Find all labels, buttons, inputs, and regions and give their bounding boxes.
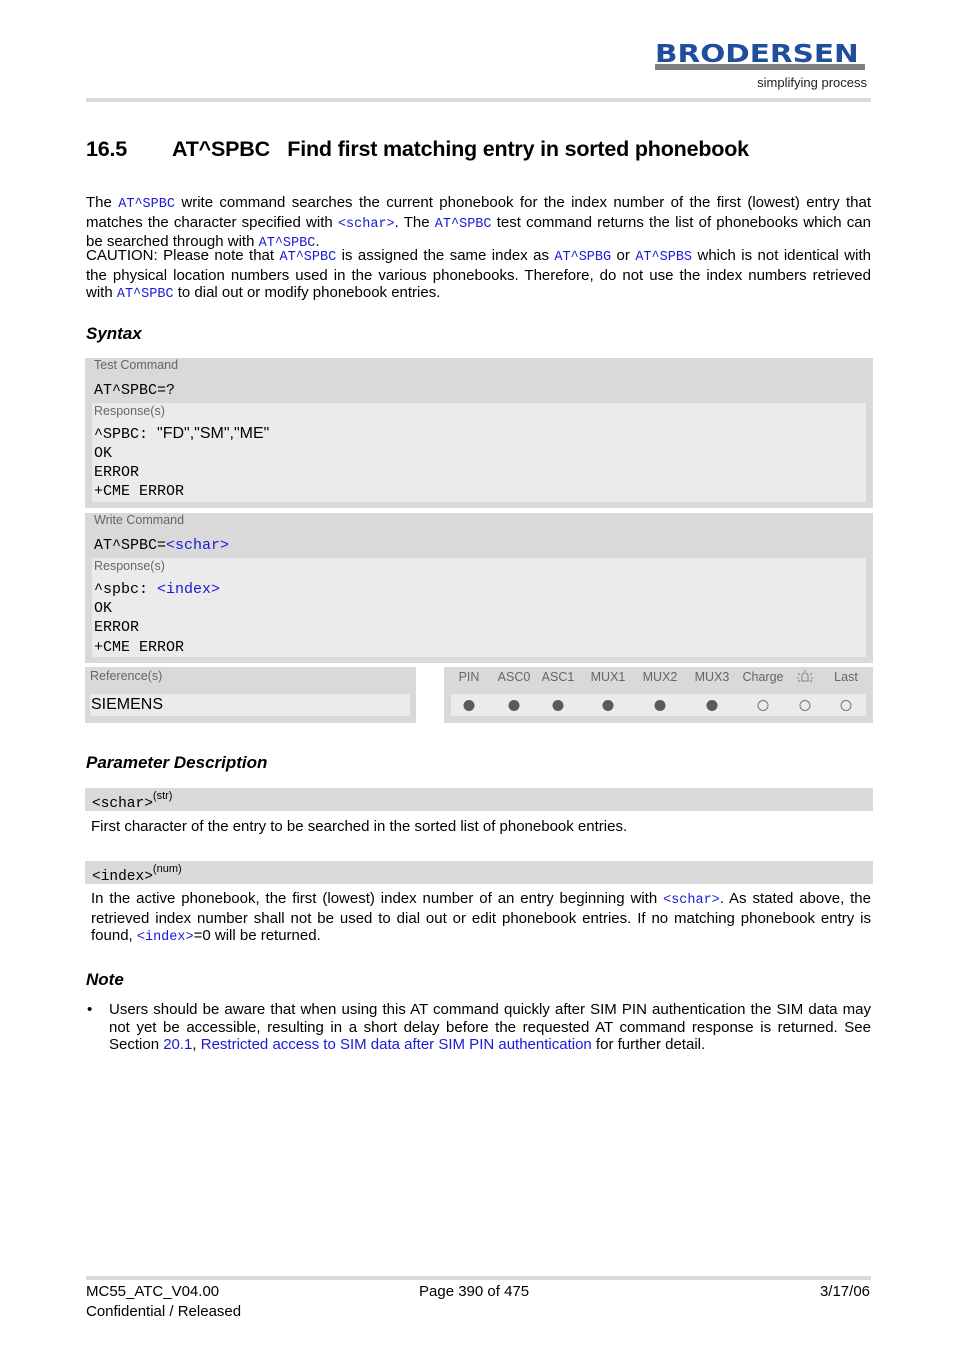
test-command: AT^SPBC=? — [94, 382, 176, 399]
response-ok: OK — [94, 445, 113, 462]
param-type: (str) — [152, 790, 173, 802]
flag-pin-indicator — [463, 700, 475, 711]
test-command-block: Test Command AT^SPBC=? Response(s) ^SPBC… — [85, 358, 873, 508]
logo-tagline: simplifying process — [757, 75, 867, 90]
link-index[interactable]: <index> — [137, 930, 194, 945]
flag-mux1-indicator — [602, 700, 614, 711]
link-schar[interactable]: <schar> — [663, 893, 720, 908]
flag-asc0-indicator — [508, 700, 520, 711]
link-schar[interactable]: <schar> — [166, 537, 229, 554]
flag-label-mux2: MUX2 — [642, 670, 678, 684]
response-cme-error: +CME ERROR — [94, 483, 185, 500]
section-title: 16.5 AT^SPBC Find first matching entry in… — [86, 137, 749, 162]
flag-label-asc0: ASC0 — [497, 670, 531, 684]
write-command: AT^SPBC=<schar> — [94, 537, 229, 554]
write-command-label: Write Command — [94, 513, 185, 527]
flag-label-mux1: MUX1 — [590, 670, 626, 684]
footer-doc-id: MC55_ATC_V04.00 — [86, 1283, 220, 1300]
logo-bar — [655, 64, 865, 70]
param-index-description: In the active phonebook, the first (lowe… — [91, 890, 871, 947]
response-cme-error: +CME ERROR — [94, 639, 185, 656]
write-response-line: ^spbc: <index> — [94, 580, 220, 600]
text: In the active phonebook, the first (lowe… — [91, 890, 664, 907]
test-response-box: Response(s) ^SPBC: "FD","SM","ME" OK ERR… — [92, 403, 866, 502]
caution-paragraph: CAUTION: Please note that AT^SPBC is ass… — [86, 247, 871, 304]
flag-asc1-indicator — [552, 700, 564, 711]
text: is assigned the same index as — [336, 247, 555, 264]
reference-label: Reference(s) — [90, 669, 163, 683]
section-number: 16.5 — [86, 137, 128, 161]
flag-charge-indicator — [757, 700, 769, 711]
link-at-spbc[interactable]: AT^SPBC — [280, 250, 337, 265]
flag-alarm-indicator — [799, 700, 811, 711]
link-section-20-1[interactable]: 20.1 — [163, 1036, 192, 1053]
flag-mux3-indicator — [706, 700, 718, 711]
resp-prefix: ^spbc: — [94, 581, 158, 598]
text: The — [86, 194, 119, 211]
write-response-box: Response(s) ^spbc: <index> OK ERROR +CME… — [92, 558, 866, 657]
flag-label-asc1: ASC1 — [541, 670, 575, 684]
flag-last-indicator — [840, 700, 852, 711]
bullet-icon: • — [87, 1001, 93, 1018]
link-at-spbc[interactable]: AT^SPBC — [118, 197, 175, 212]
text: =0 will be returned. — [193, 927, 321, 944]
reference-value: SIEMENS — [90, 694, 410, 716]
test-response-line: ^SPBC: "FD","SM","ME" — [94, 424, 269, 445]
flags-box: PIN ASC0 ASC1 MUX1 MUX2 MUX3 Charge Last — [444, 667, 873, 723]
link-at-spbg[interactable]: AT^SPBG — [554, 250, 611, 265]
text: . The — [394, 213, 435, 231]
response-error: ERROR — [94, 464, 140, 481]
response-label: Response(s) — [94, 404, 165, 418]
flag-mux2-indicator — [654, 700, 666, 711]
text: or — [611, 247, 636, 264]
footer-date: 3/17/06 — [819, 1283, 870, 1300]
flags-row — [451, 694, 866, 716]
intro-paragraph: The AT^SPBC write command searches the c… — [86, 194, 871, 253]
note-text: Users should be aware that when using th… — [109, 1001, 871, 1054]
brodersen-logo: BRODERSEN simplifying process — [655, 40, 867, 94]
response-label: Response(s) — [94, 559, 165, 573]
link-restricted-access[interactable]: Restricted access to SIM data after SIM … — [201, 1036, 592, 1053]
text: for further detail. — [591, 1036, 706, 1053]
param-name: <index> — [92, 868, 153, 885]
section-title-text: AT^SPBC Find first matching entry in sor… — [172, 137, 749, 161]
test-command-label: Test Command — [94, 358, 179, 372]
link-at-spbc[interactable]: AT^SPBC — [117, 287, 174, 302]
response-ok: OK — [94, 600, 113, 617]
resp-value: "FD","SM","ME" — [157, 425, 270, 442]
link-at-spbs[interactable]: AT^SPBS — [635, 250, 692, 265]
command-prefix: AT^SPBC= — [94, 537, 167, 554]
param-schar-name: <schar>(str) — [92, 790, 173, 812]
text: CAUTION: Please note that — [86, 247, 280, 264]
link-index[interactable]: <index> — [157, 581, 220, 598]
link-schar[interactable]: <schar> — [338, 217, 395, 232]
footer-page: Page 390 of 475 — [419, 1283, 530, 1300]
parameter-description-heading: Parameter Description — [86, 753, 268, 772]
flag-label-mux3: MUX3 — [694, 670, 730, 684]
text: to dial out or modify phonebook entries. — [173, 284, 441, 301]
flag-label-last: Last — [834, 670, 858, 684]
header-divider — [86, 98, 871, 102]
param-schar-description: First character of the entry to be searc… — [91, 818, 628, 835]
reference-box: Reference(s) SIEMENS — [85, 667, 416, 723]
param-index-header: <index>(num) — [85, 861, 873, 885]
response-error: ERROR — [94, 619, 140, 636]
footer-status: Confidential / Released — [86, 1303, 242, 1320]
param-type: (num) — [152, 863, 182, 875]
resp-prefix: ^SPBC: — [94, 426, 158, 443]
footer-divider — [86, 1276, 871, 1280]
param-schar-header: <schar>(str) — [85, 788, 873, 812]
link-at-spbc[interactable]: AT^SPBC — [435, 217, 492, 232]
note-heading: Note — [86, 970, 124, 989]
syntax-heading: Syntax — [86, 324, 142, 343]
flag-label-pin: PIN — [458, 670, 480, 684]
flag-label-charge: Charge — [742, 670, 784, 684]
write-command-block: Write Command AT^SPBC=<schar> Response(s… — [85, 513, 873, 663]
alarm-icon — [795, 669, 815, 687]
param-index-name: <index>(num) — [92, 863, 182, 885]
text: , — [192, 1036, 201, 1053]
param-name: <schar> — [92, 795, 153, 812]
